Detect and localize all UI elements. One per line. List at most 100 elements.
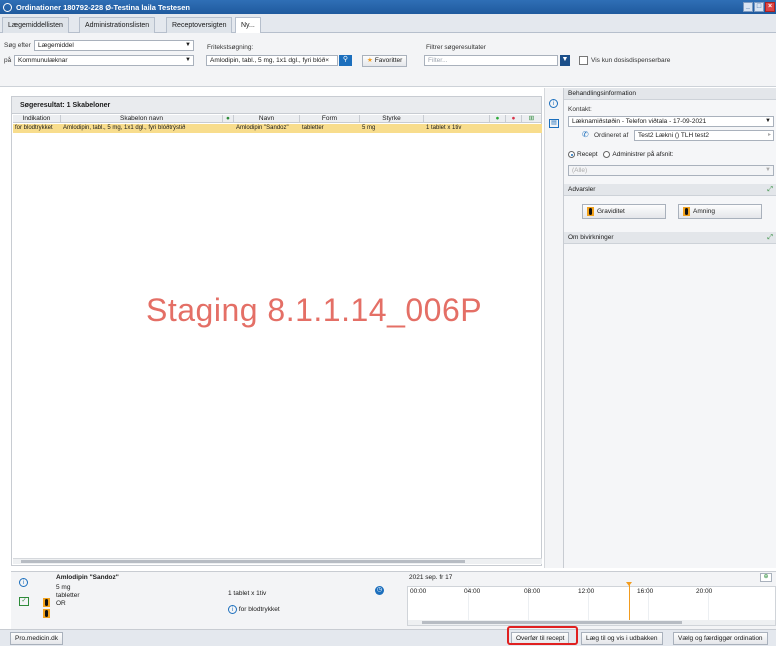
advarsler-label: Advarsler (568, 186, 596, 193)
cell-skabelon: Amlodipin, tabl., 5 mg, 1x1 dgl., fyri b… (63, 125, 186, 131)
graviditet-button[interactable]: Graviditet (582, 204, 666, 219)
cell-navn: Amlodipin "Sandoz" (236, 125, 289, 131)
col-pill-icon[interactable]: ● (223, 115, 234, 123)
ordination-detail: i ✓ Amlodipin "Sandoz" 5 mg tabletter OR… (11, 571, 776, 629)
amning-label: Amning (693, 208, 716, 215)
window-titlebar: Ordinationer 180792-228 Ø-Testina laila … (0, 0, 776, 14)
timeline-scrollbar[interactable] (408, 620, 775, 625)
timeline[interactable]: 00:00 04:00 08:00 12:00 16:00 20:00 (407, 582, 776, 626)
sog-efter-label: Søg efter (4, 42, 31, 49)
col-skabelon-navn[interactable]: Skabelon navn (61, 115, 223, 123)
dosis-label: Vis kun dosisdispenserbare (591, 57, 671, 64)
now-marker-arrow (626, 582, 632, 586)
info-icon[interactable]: i (228, 605, 237, 614)
minimize-icon[interactable]: _ (743, 2, 753, 12)
ordineret-select[interactable]: Test2 Lækni () TLH test2 ▸ (634, 130, 774, 141)
vaelg-faerdiggor-button[interactable]: Vælg og færdiggør ordination (673, 632, 768, 645)
info-icon[interactable]: i (549, 99, 558, 108)
tab-administrationslisten[interactable]: Administrationslisten (79, 17, 156, 33)
pill-icon: ● (226, 115, 230, 122)
laeg-til-udbakken-button[interactable]: Læg til og vis i udbakken (581, 632, 663, 645)
tab-ny[interactable]: Ny... (235, 17, 261, 34)
indication-text: for blodtrykket (238, 606, 280, 613)
timeline-header: 2021 sep. fr 17 ⊕ (407, 572, 776, 585)
filter-placeholder: Filter... (428, 57, 448, 64)
col-navn[interactable]: Navn (234, 115, 300, 123)
clock-icon[interactable]: ◷ (375, 586, 384, 595)
fritekst-label: Fritekstsøgning: (207, 44, 254, 51)
promedicin-button[interactable]: Pro.medicin.dk (10, 632, 63, 645)
recept-label: Recept (577, 151, 598, 159)
scrollbar-thumb[interactable] (21, 560, 465, 563)
kontakt-label: Kontakt: (568, 106, 592, 113)
now-marker (629, 583, 630, 623)
administrer-radio[interactable] (603, 151, 611, 158)
afsnit-select[interactable]: (Alle) ▼ (568, 165, 774, 176)
pa-value: Kommunulæknar (18, 57, 68, 64)
favorites-label: Favoritter (374, 57, 403, 64)
pregnancy-icon (587, 206, 594, 216)
ordineret-label: Ordineret af (594, 132, 629, 139)
horizontal-scrollbar[interactable] (13, 558, 542, 564)
amning-button[interactable]: Amning (678, 204, 762, 219)
green-dot-icon: ● (495, 115, 500, 122)
chevron-down-icon: ▼ (185, 57, 191, 63)
chevron-down-icon: ▼ (185, 42, 191, 48)
search-icon[interactable]: ⚲ (339, 55, 352, 66)
breastfeeding-icon (683, 206, 690, 216)
scrollbar-thumb[interactable] (422, 621, 682, 624)
afsnit-value: (Alle) (572, 167, 588, 174)
results-header: Søgeresultat: 1 Skabeloner (12, 97, 541, 114)
close-icon[interactable]: × (765, 2, 775, 12)
administrer-label: Administrer på afsnit: (612, 151, 674, 159)
tree-icon: ⊞ (528, 115, 535, 122)
drug-dose: 1 tablet x 1tiv (228, 590, 267, 597)
window-title: Ordinationer 180792-228 Ø-Testina laila … (16, 2, 190, 12)
timeline-tick: 12:00 (578, 588, 595, 595)
status-bar: Pro.medicin.dk Overfør til recept Læg ti… (0, 629, 776, 646)
pa-label: på (4, 57, 12, 64)
behandling-panel: Behandlingsinformation Kontakt: Læknamið… (563, 88, 776, 568)
behandling-header: Behandlingsinformation (564, 88, 776, 100)
favorites-button[interactable]: ★ Favoritter (362, 55, 408, 67)
col-indikation[interactable]: Indikation (13, 115, 61, 123)
timeline-date: 2021 sep. fr 17 (409, 574, 453, 581)
zoom-icon[interactable]: ⊕ (760, 573, 772, 582)
drug-name: Amlodipin "Sandoz" (56, 574, 119, 581)
maximize-icon[interactable]: □ (754, 2, 764, 12)
recept-radio-group: Recept Administrer på afsnit: (568, 151, 673, 158)
status-icon[interactable]: ✓ (19, 597, 29, 606)
search-panel: Søg efter Lægemiddel ▼ på Kommunulæknar … (0, 33, 776, 87)
col-red[interactable]: ● (506, 115, 522, 123)
timeline-tick: 00:00 (410, 588, 427, 595)
red-dot-icon: ● (511, 115, 516, 122)
expand-icon[interactable]: ⤢ (767, 184, 773, 196)
tab-bar: Lægemiddellisten Administrationslisten R… (0, 14, 776, 34)
fritekst-input[interactable]: Amlodipin, tabl., 5 mg, 1x1 dgl., fyri b… (206, 55, 338, 66)
filter-input[interactable]: Filter... (424, 55, 558, 66)
staging-watermark: Staging 8.1.1.14_006P (146, 292, 483, 328)
col-green[interactable]: ● (490, 115, 506, 123)
timeline-tick: 16:00 (637, 588, 654, 595)
recept-radio[interactable] (568, 151, 575, 158)
col-structure[interactable]: ⊞ (522, 115, 542, 123)
drug-form: tabletter (56, 592, 80, 599)
kontakt-select[interactable]: Læknamiðstøðin - Telefon viðtala - 17-09… (568, 116, 774, 127)
filter-icon[interactable]: ▼ (560, 55, 570, 66)
advarsler-header: Advarsler ⤢ (564, 184, 776, 196)
dosis-checkbox[interactable] (579, 56, 588, 65)
col-form[interactable]: Form (300, 115, 360, 123)
sog-efter-select[interactable]: Lægemiddel ▼ (34, 40, 194, 51)
bivirkninger-label: Om bivirkninger (568, 234, 614, 241)
chevron-right-icon: ▸ (767, 132, 771, 138)
col-dosis[interactable] (424, 115, 490, 123)
col-styrke[interactable]: Styrke (360, 115, 424, 123)
sog-efter-value: Lægemiddel (38, 42, 74, 49)
expand-icon[interactable]: ⤢ (767, 232, 773, 244)
pa-select[interactable]: Kommunulæknar ▼ (14, 55, 194, 66)
drug-strength: 5 mg (56, 584, 71, 591)
info-icon[interactable]: i (19, 578, 28, 587)
panel-toggle-icon[interactable]: ▤ (549, 119, 559, 128)
tab-receptoversigten[interactable]: Receptoversigten (166, 17, 233, 33)
tab-laegemiddellisten[interactable]: Lægemiddellisten (2, 17, 69, 33)
